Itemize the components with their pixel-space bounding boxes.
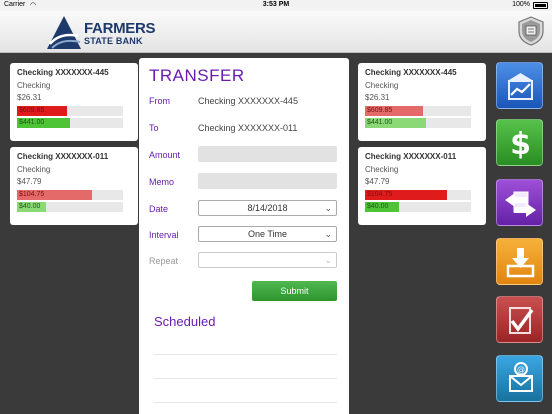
from-label: From [149, 96, 170, 106]
from-account-value[interactable]: Checking XXXXXXX-445 [198, 96, 298, 106]
available-bar-label: $441.00 [19, 119, 45, 126]
scheduled-row-divider [154, 402, 337, 403]
account-type: Checking [17, 165, 51, 174]
account-type: Checking [365, 165, 399, 174]
nav-dollar-button[interactable]: $ [496, 119, 543, 166]
svg-text:$: $ [510, 127, 531, 162]
usage-bar: $104.75 [365, 190, 471, 200]
account-card[interactable]: Checking XXXXXXX-011 Checking $47.79 $10… [10, 147, 138, 225]
amount-label: Amount [149, 150, 181, 160]
deposit-tray-icon [506, 248, 535, 278]
account-type: Checking [17, 81, 51, 90]
date-label: Date [149, 204, 169, 214]
to-label: To [149, 123, 159, 133]
available-bar-label: $40.00 [367, 203, 389, 210]
svg-text:@: @ [517, 365, 525, 374]
triangle-logo-icon [47, 16, 81, 49]
usage-bar-label: $104.75 [19, 191, 45, 198]
interval-select[interactable]: One Time ⌄ [198, 226, 337, 242]
status-bar: Carrier ◠ 3:53 PM 100% [0, 0, 552, 11]
scheduled-heading: Scheduled [154, 314, 216, 329]
battery-icon [533, 2, 548, 9]
chevron-down-icon: ⌄ [324, 203, 332, 213]
memo-input[interactable] [198, 173, 337, 189]
usage-bar: $609.85 [365, 106, 471, 116]
page-title: TRANSFER [149, 66, 245, 85]
contact-phone-icon: @ [509, 362, 533, 392]
usage-bar-label: $609.85 [19, 107, 45, 114]
bill-pay-check-icon [509, 307, 534, 334]
submit-button[interactable]: Submit [252, 281, 337, 301]
account-card[interactable]: Checking XXXXXXX-445 Checking $26.31 $60… [358, 63, 486, 141]
available-bar-label: $441.00 [367, 119, 393, 126]
account-card[interactable]: Checking XXXXXXX-445 Checking $26.31 $60… [10, 63, 138, 141]
interval-value: One Time [247, 229, 287, 239]
nav-deposit-button[interactable] [496, 238, 543, 285]
account-balance: $26.31 [365, 93, 390, 102]
battery-percent: 100% [512, 1, 530, 8]
nav-transfer-button[interactable] [496, 179, 543, 226]
usage-bar-label: $104.75 [367, 191, 393, 198]
nav-contact-button[interactable]: @ [496, 355, 543, 402]
available-bar: $40.00 [365, 202, 471, 212]
nav-accounts-button[interactable] [496, 62, 543, 109]
account-name: Checking XXXXXXX-445 [17, 68, 109, 77]
accounts-chart-icon [508, 73, 533, 100]
account-name: Checking XXXXXXX-011 [17, 152, 109, 161]
scheduled-row-divider [154, 378, 337, 379]
chevron-down-icon: ⌄ [324, 229, 332, 239]
available-bar: $40.00 [17, 202, 123, 212]
clock: 3:53 PM [262, 1, 290, 8]
account-name: Checking XXXXXXX-011 [365, 152, 457, 161]
account-name: Checking XXXXXXX-445 [365, 68, 457, 77]
date-select[interactable]: 8/14/2018 ⌄ [198, 200, 337, 216]
scheduled-row-divider [154, 354, 337, 355]
bank-name-line1: FARMERS [84, 20, 156, 37]
usage-bar: $609.85 [17, 106, 123, 116]
date-value: 8/14/2018 [247, 203, 288, 213]
nav-billpay-button[interactable] [496, 296, 543, 343]
repeat-select[interactable]: ⌄ [198, 252, 337, 268]
interval-label: Interval [149, 230, 179, 240]
available-bar: $441.00 [17, 118, 123, 128]
usage-bar: $104.75 [17, 190, 123, 200]
chevron-down-icon: ⌄ [324, 255, 332, 265]
usage-bar-label: $609.85 [367, 107, 393, 114]
dollar-icon: $ [510, 127, 531, 162]
bank-logo[interactable]: FARMERS STATE BANK [46, 14, 156, 50]
to-account-value[interactable]: Checking XXXXXXX-011 [198, 123, 297, 133]
available-bar: $441.00 [365, 118, 471, 128]
app-header: FARMERS STATE BANK [0, 11, 552, 53]
repeat-label: Repeat [149, 256, 179, 266]
transfer-arrows-icon [505, 191, 536, 217]
shield-logout-icon[interactable] [517, 16, 545, 46]
available-bar-label: $40.00 [19, 203, 41, 210]
transfer-panel: TRANSFER From Checking XXXXXXX-445 To Ch… [139, 58, 349, 414]
amount-input[interactable] [198, 146, 337, 162]
account-balance: $47.79 [17, 177, 42, 186]
account-balance: $47.79 [365, 177, 390, 186]
account-card[interactable]: Checking XXXXXXX-011 Checking $47.79 $10… [358, 147, 486, 225]
bank-name-line2: STATE BANK [84, 36, 143, 46]
account-type: Checking [365, 81, 399, 90]
account-balance: $26.31 [17, 93, 42, 102]
memo-label: Memo [149, 177, 175, 187]
